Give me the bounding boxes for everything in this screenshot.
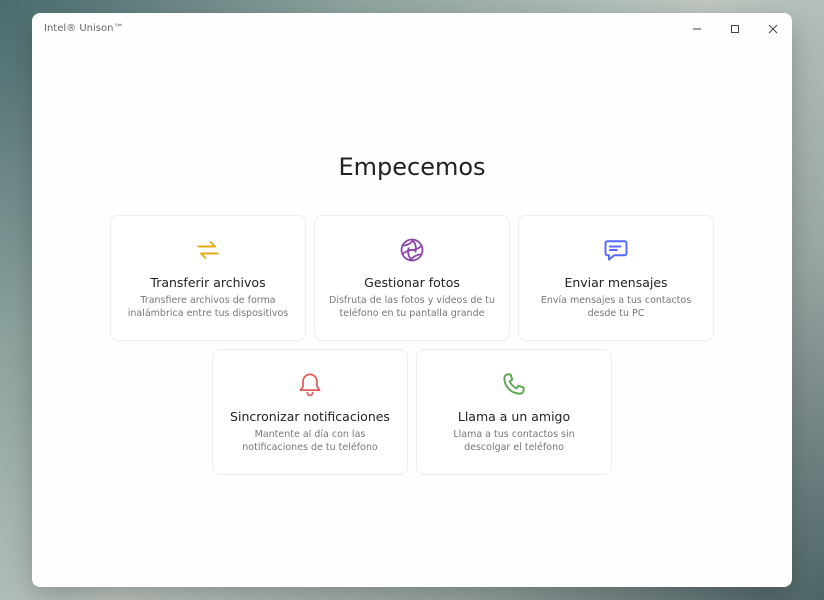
window-title: Intel® Unison™ xyxy=(44,23,678,34)
feature-grid: Transferir archivos Transfiere archivos … xyxy=(110,215,714,475)
minimize-button[interactable] xyxy=(678,13,716,43)
transfer-icon xyxy=(193,235,223,265)
message-icon xyxy=(601,235,631,265)
phone-icon xyxy=(499,369,529,399)
maximize-button[interactable] xyxy=(716,13,754,43)
card-title: Transferir archivos xyxy=(150,275,265,290)
bell-icon xyxy=(295,369,325,399)
card-send-messages[interactable]: Enviar mensajes Envía mensajes a tus con… xyxy=(518,215,714,341)
card-desc: Llama a tus contactos sin descolgar el t… xyxy=(431,429,597,455)
card-transfer-files[interactable]: Transferir archivos Transfiere archivos … xyxy=(110,215,306,341)
card-manage-photos[interactable]: Gestionar fotos Disfruta de las fotos y … xyxy=(314,215,510,341)
maximize-icon xyxy=(730,19,740,38)
card-desc: Mantente al día con las notificaciones d… xyxy=(227,429,393,455)
card-desc: Transfiere archivos de forma inalámbrica… xyxy=(125,295,291,321)
card-title: Enviar mensajes xyxy=(564,275,667,290)
app-window: Intel® Unison™ Empecemos xyxy=(32,13,792,587)
close-button[interactable] xyxy=(754,13,792,43)
aperture-icon xyxy=(397,235,427,265)
card-desc: Disfruta de las fotos y vídeos de tu tel… xyxy=(329,295,495,321)
titlebar: Intel® Unison™ xyxy=(32,13,792,43)
minimize-icon xyxy=(692,19,702,38)
card-title: Llama a un amigo xyxy=(458,409,570,424)
card-desc: Envía mensajes a tus contactos desde tu … xyxy=(533,295,699,321)
card-title: Sincronizar notificaciones xyxy=(230,409,390,424)
card-sync-notifications[interactable]: Sincronizar notificaciones Mantente al d… xyxy=(212,349,408,475)
card-title: Gestionar fotos xyxy=(364,275,460,290)
card-row: Transferir archivos Transfiere archivos … xyxy=(110,215,714,341)
window-controls xyxy=(678,13,792,43)
card-call-friend[interactable]: Llama a un amigo Llama a tus contactos s… xyxy=(416,349,612,475)
page-title: Empecemos xyxy=(338,153,485,181)
close-icon xyxy=(768,19,778,38)
card-row: Sincronizar notificaciones Mantente al d… xyxy=(212,349,612,475)
content-area: Empecemos Transferir archivos Transfiere… xyxy=(32,43,792,587)
